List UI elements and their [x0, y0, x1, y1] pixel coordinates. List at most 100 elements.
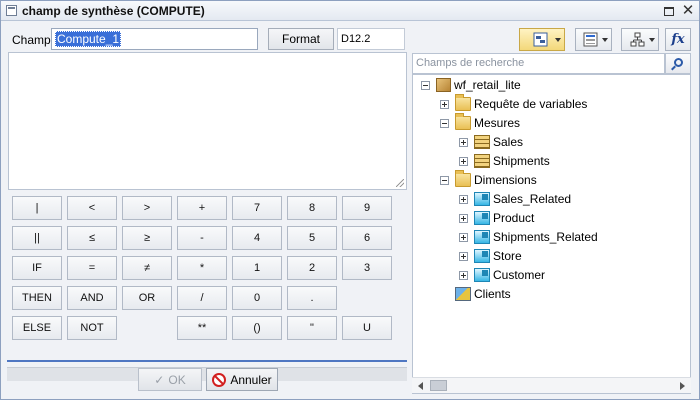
key-button[interactable]: 6 [342, 226, 392, 250]
key-button[interactable]: 9 [342, 196, 392, 220]
expand-icon[interactable] [459, 251, 468, 261]
key-button[interactable]: 1 [232, 256, 282, 280]
collapse-icon[interactable] [421, 80, 430, 90]
key-button[interactable]: < [67, 196, 117, 220]
key-button[interactable]: THEN [12, 286, 62, 310]
key-button[interactable]: + [177, 196, 227, 220]
format-button[interactable]: Format [268, 28, 334, 50]
hierarchy-view-button[interactable] [621, 28, 659, 51]
champ-label: Champ [12, 33, 51, 47]
key-button[interactable]: || [12, 226, 62, 250]
chevron-down-icon[interactable] [602, 38, 608, 42]
view-toggle-button[interactable] [519, 28, 565, 51]
expand-icon[interactable] [459, 213, 468, 223]
tree-label: Clients [474, 287, 511, 301]
tree-node-clients[interactable]: Clients [455, 285, 511, 303]
key-button[interactable]: 0 [232, 286, 282, 310]
key-button[interactable]: ** [177, 316, 227, 340]
tree-node-root[interactable]: wf_retail_lite [421, 76, 521, 94]
key-button[interactable]: 4 [232, 226, 282, 250]
function-button[interactable]: fx [665, 28, 691, 51]
key-button[interactable]: 5 [287, 226, 337, 250]
key-button[interactable]: () [232, 316, 282, 340]
key-button[interactable]: ELSE [12, 316, 62, 340]
tree-node-measures[interactable]: Mesures [440, 113, 521, 132]
tree-node-store[interactable]: Store [459, 247, 522, 265]
chevron-down-icon[interactable] [649, 38, 655, 42]
maximize-icon [664, 6, 674, 16]
resize-grip-icon[interactable] [396, 179, 404, 187]
format-input[interactable]: D12.2 [337, 28, 405, 50]
window-title: champ de synthèse (COMPUTE) [22, 4, 205, 18]
chevron-down-icon[interactable] [555, 38, 561, 42]
expand-icon[interactable] [459, 137, 468, 147]
key-button[interactable]: . [287, 286, 337, 310]
champ-value: Compute_1 [55, 31, 122, 47]
key-button[interactable]: U [342, 316, 392, 340]
horizontal-scrollbar[interactable] [412, 377, 691, 393]
tree-label: Dimensions [474, 173, 537, 187]
tree-node-sales[interactable]: Sales [459, 133, 523, 151]
key-button[interactable]: > [122, 196, 172, 220]
key-button[interactable]: 8 [287, 196, 337, 220]
tree-node-variables[interactable]: Requête de variables [440, 94, 587, 113]
ok-button[interactable]: ✓ OK [138, 368, 202, 391]
expand-icon[interactable] [459, 156, 468, 166]
tree-node-sales-related[interactable]: Sales_Related [459, 190, 571, 208]
key-button[interactable]: 7 [232, 196, 282, 220]
key-button[interactable]: = [67, 256, 117, 280]
folder-icon [455, 94, 471, 111]
tree-label: Mesures [474, 116, 521, 130]
tree-node-product[interactable]: Product [459, 209, 534, 227]
window-icon [6, 5, 17, 16]
expand-icon[interactable] [459, 232, 468, 242]
expression-textarea[interactable] [8, 52, 407, 190]
check-icon: ✓ [154, 372, 165, 387]
key-button[interactable]: ≥ [122, 226, 172, 250]
tree-label: Shipments_Related [493, 230, 598, 244]
folder-open-icon [455, 170, 471, 187]
search-button[interactable] [665, 53, 691, 74]
view-icon [533, 32, 548, 47]
tree-label: Product [493, 211, 535, 225]
tree-node-dimensions[interactable]: Dimensions [440, 170, 537, 189]
key-button[interactable]: ≠ [122, 256, 172, 280]
scroll-left-icon[interactable] [418, 382, 423, 390]
scroll-thumb[interactable] [430, 380, 447, 391]
measure-icon [474, 154, 490, 168]
list-view-button[interactable] [575, 28, 612, 51]
key-button[interactable]: - [177, 226, 227, 250]
tree-label: wf_retail_lite [454, 78, 521, 92]
expand-icon[interactable] [459, 270, 468, 280]
tree-node-customer[interactable]: Customer [459, 266, 545, 284]
ok-label: OK [168, 372, 186, 387]
cancel-button[interactable]: Annuler [206, 368, 278, 391]
maximize-button[interactable] [662, 4, 676, 18]
key-button[interactable]: NOT [67, 316, 117, 340]
search-input[interactable]: Champs de recherche [412, 53, 665, 74]
key-button[interactable]: / [177, 286, 227, 310]
expand-icon[interactable] [440, 99, 449, 109]
expand-icon[interactable] [459, 194, 468, 204]
key-button[interactable]: AND [67, 286, 117, 310]
key-button[interactable]: | [12, 196, 62, 220]
champ-input[interactable]: Compute_1 [51, 28, 258, 50]
key-button[interactable]: IF [12, 256, 62, 280]
field-tree: wf_retail_lite Requête de variables Mesu… [412, 74, 691, 394]
tree-label: Customer [493, 268, 546, 282]
close-button[interactable]: ✕ [681, 3, 695, 18]
scroll-right-icon[interactable] [680, 382, 685, 390]
tree-node-shipments-related[interactable]: Shipments_Related [459, 228, 598, 246]
tree-node-shipments[interactable]: Shipments [459, 152, 550, 170]
key-button[interactable]: ≤ [67, 226, 117, 250]
key-button[interactable]: 2 [287, 256, 337, 280]
key-button[interactable]: * [177, 256, 227, 280]
collapse-icon[interactable] [440, 175, 449, 185]
measure-icon [474, 135, 490, 149]
collapse-icon[interactable] [440, 118, 449, 128]
key-button[interactable]: OR [122, 286, 172, 310]
key-button[interactable]: 3 [342, 256, 392, 280]
function-icon: fx [671, 32, 685, 47]
key-button[interactable]: " [287, 316, 337, 340]
cancel-icon [212, 372, 227, 387]
